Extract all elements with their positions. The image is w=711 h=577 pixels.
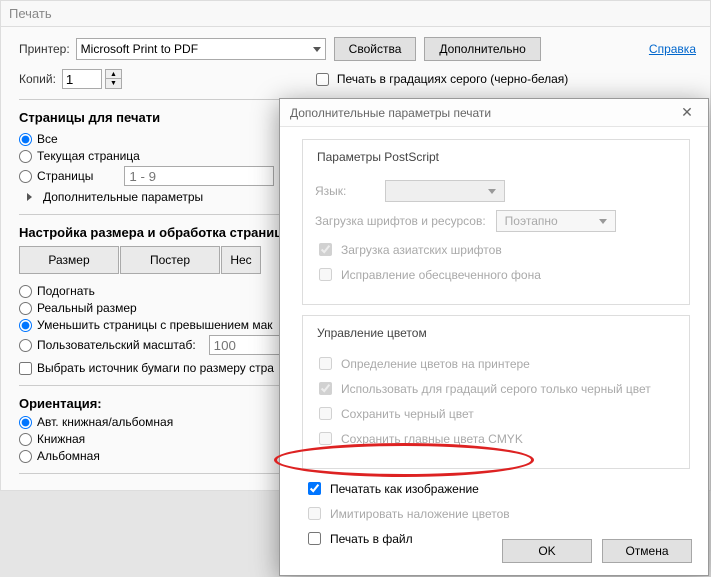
chevron-down-icon: [313, 47, 321, 52]
custom-scale-input[interactable]: [209, 335, 289, 355]
custom-scale-label: Пользовательский масштаб:: [37, 338, 196, 352]
orient-portrait-radio[interactable]: [19, 433, 32, 446]
color-legend: Управление цветом: [313, 326, 431, 340]
advanced-button[interactable]: Дополнительно: [424, 37, 540, 61]
language-dropdown: [385, 180, 505, 202]
orient-portrait-label: Книжная: [37, 432, 85, 446]
actual-size-radio[interactable]: [19, 302, 32, 315]
copies-label: Копий:: [19, 72, 56, 86]
close-icon[interactable]: ✕: [674, 103, 700, 123]
paper-source-label: Выбрать источник бумаги по размеру стра: [37, 361, 274, 375]
color-printer-checkbox: [319, 357, 332, 370]
asian-fonts-label: Загрузка азиатских шрифтов: [341, 243, 502, 257]
print-as-image-checkbox[interactable]: [308, 482, 321, 495]
printer-dropdown[interactable]: Microsoft Print to PDF: [76, 38, 326, 60]
chevron-down-icon: [599, 219, 607, 224]
ok-button[interactable]: OK: [502, 539, 592, 563]
grayscale-checkbox[interactable]: [316, 73, 329, 86]
fit-label: Подогнать: [37, 284, 95, 298]
poster-button[interactable]: Постер: [120, 246, 220, 274]
simulate-overprint-label: Имитировать наложение цветов: [330, 507, 510, 521]
size-button[interactable]: Размер: [19, 246, 119, 274]
fontload-label: Загрузка шрифтов и ресурсов:: [315, 214, 486, 228]
shrink-label: Уменьшить страницы с превышением мак: [37, 318, 273, 332]
pages-current-label: Текущая страница: [37, 149, 140, 163]
preserve-black-label: Сохранить черный цвет: [341, 407, 474, 421]
fontload-value: Поэтапно: [505, 214, 558, 228]
language-label: Язык:: [315, 184, 375, 198]
preserve-cmyk-label: Сохранить главные цвета CMYK: [341, 432, 523, 446]
fix-bleached-label: Исправление обесцвеченного фона: [341, 268, 541, 282]
copies-up-icon[interactable]: ▲: [106, 70, 121, 79]
pages-current-radio[interactable]: [19, 150, 32, 163]
pages-range-label: Страницы: [37, 169, 93, 183]
actual-size-label: Реальный размер: [37, 301, 137, 315]
pages-range-radio[interactable]: [19, 170, 32, 183]
asian-fonts-checkbox: [319, 243, 332, 256]
pages-all-radio[interactable]: [19, 133, 32, 146]
orient-landscape-radio[interactable]: [19, 450, 32, 463]
advanced-print-dialog: Дополнительные параметры печати ✕ Параме…: [279, 98, 709, 576]
fix-bleached-checkbox: [319, 268, 332, 281]
color-printer-label: Определение цветов на принтере: [341, 357, 530, 371]
custom-scale-radio[interactable]: [19, 339, 32, 352]
orient-auto-radio[interactable]: [19, 416, 32, 429]
grayscale-label: Печать в градациях серого (черно-белая): [337, 72, 568, 86]
pages-all-label: Все: [37, 132, 58, 146]
orient-landscape-label: Альбомная: [37, 449, 100, 463]
fontload-dropdown: Поэтапно: [496, 210, 616, 232]
postscript-legend: Параметры PostScript: [313, 150, 443, 164]
fit-radio[interactable]: [19, 285, 32, 298]
gray-black-checkbox: [319, 382, 332, 395]
printer-label: Принтер:: [19, 42, 70, 56]
window-title: Печать: [1, 1, 710, 27]
postscript-group: Параметры PostScript Язык: Загрузка шриф…: [302, 139, 690, 305]
printer-name: Microsoft Print to PDF: [81, 42, 198, 56]
expand-icon[interactable]: [27, 193, 32, 201]
cancel-button[interactable]: Отмена: [602, 539, 692, 563]
gray-black-label: Использовать для градаций серого только …: [341, 382, 651, 396]
chevron-down-icon: [488, 189, 496, 194]
print-to-file-checkbox[interactable]: [308, 532, 321, 545]
help-link[interactable]: Справка: [649, 42, 696, 56]
preserve-black-checkbox: [319, 407, 332, 420]
more-page-options[interactable]: Дополнительные параметры: [43, 190, 203, 204]
pages-range-input[interactable]: [124, 166, 274, 186]
paper-source-checkbox[interactable]: [19, 362, 32, 375]
copies-down-icon[interactable]: ▼: [106, 79, 121, 88]
color-group: Управление цветом Определение цветов на …: [302, 315, 690, 469]
copies-input[interactable]: [62, 69, 102, 89]
print-to-file-label: Печать в файл: [330, 532, 413, 546]
multiple-button[interactable]: Нес: [221, 246, 261, 274]
dialog-title: Дополнительные параметры печати: [290, 106, 491, 120]
simulate-overprint-checkbox: [308, 507, 321, 520]
properties-button[interactable]: Свойства: [334, 37, 417, 61]
sizing-section-title: Настройка размера и обработка страниц: [19, 225, 282, 240]
orient-auto-label: Авт. книжная/альбомная: [37, 415, 173, 429]
preserve-cmyk-checkbox: [319, 432, 332, 445]
shrink-radio[interactable]: [19, 319, 32, 332]
print-as-image-label: Печатать как изображение: [330, 482, 479, 496]
